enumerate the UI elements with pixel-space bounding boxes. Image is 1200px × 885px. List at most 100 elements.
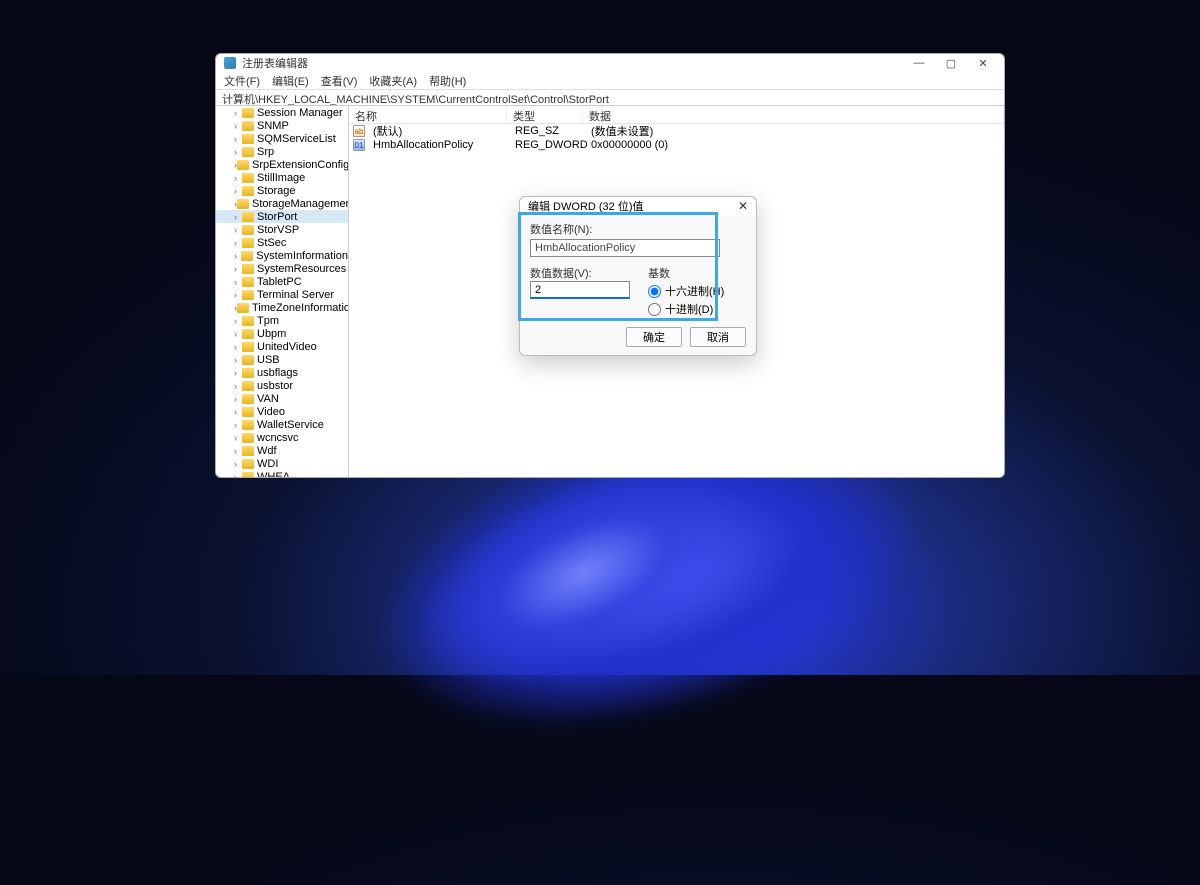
expand-icon[interactable]: › bbox=[234, 134, 242, 144]
menu-edit[interactable]: 编辑(E) bbox=[272, 73, 309, 89]
maximize-button[interactable]: ▢ bbox=[944, 57, 958, 70]
col-name[interactable]: 名称 bbox=[349, 106, 507, 123]
regedit-icon bbox=[224, 57, 236, 69]
tree-item[interactable]: ›USB bbox=[216, 353, 348, 366]
tree-item-label: WHEA bbox=[257, 471, 290, 478]
tree-item[interactable]: ›usbflags bbox=[216, 366, 348, 379]
tree-item-label: WalletService bbox=[257, 419, 324, 431]
tree-item[interactable]: ›Video bbox=[216, 405, 348, 418]
registry-editor-window: 注册表编辑器 — ▢ ✕ 文件(F) 编辑(E) 查看(V) 收藏夹(A) 帮助… bbox=[215, 53, 1005, 478]
expand-icon[interactable]: › bbox=[234, 147, 242, 157]
expand-icon[interactable]: › bbox=[234, 290, 242, 300]
expand-icon[interactable]: › bbox=[234, 251, 241, 261]
expand-icon[interactable]: › bbox=[234, 355, 242, 365]
radio-hex[interactable] bbox=[648, 285, 661, 298]
menu-file[interactable]: 文件(F) bbox=[224, 73, 260, 89]
menu-view[interactable]: 查看(V) bbox=[321, 73, 358, 89]
tree-item[interactable]: ›StorVSP bbox=[216, 223, 348, 236]
list-item[interactable]: ab(默认)REG_SZ(数值未设置) bbox=[349, 124, 1004, 138]
menu-help[interactable]: 帮助(H) bbox=[429, 73, 466, 89]
string-value-icon: ab bbox=[353, 125, 365, 137]
tree-item[interactable]: ›SQMServiceList bbox=[216, 132, 348, 145]
key-tree[interactable]: ›Session Manager›SNMP›SQMServiceList›Srp… bbox=[216, 106, 349, 477]
expand-icon[interactable]: › bbox=[234, 108, 242, 118]
expand-icon[interactable]: › bbox=[234, 407, 242, 417]
expand-icon[interactable]: › bbox=[234, 121, 242, 131]
col-data[interactable]: 数据 bbox=[583, 106, 1004, 123]
expand-icon[interactable]: › bbox=[234, 446, 242, 456]
tree-item[interactable]: › SystemInformation bbox=[216, 249, 348, 262]
tree-item[interactable]: ›StorPort bbox=[216, 210, 348, 223]
folder-icon bbox=[242, 446, 254, 456]
expand-icon[interactable]: › bbox=[234, 394, 242, 404]
tree-item[interactable]: ›usbstor bbox=[216, 379, 348, 392]
tree-item[interactable]: ›Storage bbox=[216, 184, 348, 197]
menu-favorites[interactable]: 收藏夹(A) bbox=[369, 73, 417, 89]
folder-icon bbox=[242, 212, 254, 222]
expand-icon[interactable]: › bbox=[234, 173, 242, 183]
expand-icon[interactable]: › bbox=[234, 342, 242, 352]
radio-dec[interactable] bbox=[648, 303, 661, 316]
tree-item-label: SystemInformation bbox=[256, 250, 348, 262]
tree-item[interactable]: ›StSec bbox=[216, 236, 348, 249]
expand-icon[interactable]: › bbox=[234, 368, 242, 378]
expand-icon[interactable]: › bbox=[234, 459, 242, 469]
value-name-field[interactable] bbox=[530, 239, 720, 257]
expand-icon[interactable]: › bbox=[234, 472, 242, 478]
expand-icon[interactable]: › bbox=[234, 238, 242, 248]
close-button[interactable]: ✕ bbox=[976, 57, 990, 70]
tree-item-label: wcncsvc bbox=[257, 432, 299, 444]
tree-item[interactable]: ›TimeZoneInformation bbox=[216, 301, 348, 314]
minimize-button[interactable]: — bbox=[912, 57, 926, 70]
tree-item[interactable]: ›Wdf bbox=[216, 444, 348, 457]
tree-item-label: SNMP bbox=[257, 120, 289, 132]
folder-icon bbox=[241, 251, 253, 261]
value-data-field[interactable] bbox=[530, 281, 630, 299]
expand-icon[interactable]: › bbox=[234, 186, 242, 196]
tree-item[interactable]: › WalletService bbox=[216, 418, 348, 431]
folder-icon bbox=[242, 147, 254, 157]
tree-item[interactable]: ›TabletPC bbox=[216, 275, 348, 288]
folder-icon bbox=[237, 199, 249, 209]
expand-icon[interactable]: › bbox=[234, 329, 242, 339]
tree-item-label: TimeZoneInformation bbox=[252, 302, 349, 314]
expand-icon[interactable]: › bbox=[234, 381, 242, 391]
expand-icon[interactable]: › bbox=[234, 316, 242, 326]
ok-button[interactable]: 确定 bbox=[626, 327, 682, 347]
expand-icon[interactable]: › bbox=[234, 420, 242, 430]
folder-icon bbox=[242, 108, 254, 118]
value-type: REG_SZ bbox=[509, 125, 585, 137]
tree-item[interactable]: ›SystemResources bbox=[216, 262, 348, 275]
tree-item[interactable]: ›Ubpm bbox=[216, 327, 348, 340]
dialog-titlebar[interactable]: 编辑 DWORD (32 位)值 ✕ bbox=[520, 197, 756, 215]
expand-icon[interactable]: › bbox=[234, 212, 242, 222]
tree-item[interactable]: › wcncsvc bbox=[216, 431, 348, 444]
tree-item[interactable]: ›Terminal Server bbox=[216, 288, 348, 301]
tree-item[interactable]: ›SrpExtensionConfig bbox=[216, 158, 348, 171]
cancel-button[interactable]: 取消 bbox=[690, 327, 746, 347]
tree-item[interactable]: ›Tpm bbox=[216, 314, 348, 327]
col-type[interactable]: 类型 bbox=[507, 106, 583, 123]
expand-icon[interactable]: › bbox=[234, 225, 242, 235]
list-item[interactable]: 01HmbAllocationPolicyREG_DWORD0x00000000… bbox=[349, 138, 1004, 152]
value-data: 0x00000000 (0) bbox=[585, 139, 1004, 151]
tree-item[interactable]: ›UnitedVideo bbox=[216, 340, 348, 353]
folder-icon bbox=[242, 394, 254, 404]
tree-item[interactable]: ›Session Manager bbox=[216, 106, 348, 119]
folder-icon bbox=[242, 134, 254, 144]
tree-item[interactable]: ›Srp bbox=[216, 145, 348, 158]
tree-item[interactable]: › VAN bbox=[216, 392, 348, 405]
titlebar[interactable]: 注册表编辑器 — ▢ ✕ bbox=[216, 54, 1004, 72]
dialog-close-icon[interactable]: ✕ bbox=[738, 199, 748, 213]
tree-item[interactable]: › SNMP bbox=[216, 119, 348, 132]
tree-item-label: VAN bbox=[257, 393, 279, 405]
expand-icon[interactable]: › bbox=[234, 277, 242, 287]
value-type: REG_DWORD bbox=[509, 139, 585, 151]
expand-icon[interactable]: › bbox=[234, 264, 242, 274]
tree-item[interactable]: › WHEA bbox=[216, 470, 348, 477]
address-bar[interactable]: 计算机\HKEY_LOCAL_MACHINE\SYSTEM\CurrentCon… bbox=[216, 90, 1004, 106]
tree-item[interactable]: ›WDI bbox=[216, 457, 348, 470]
expand-icon[interactable]: › bbox=[234, 433, 242, 443]
tree-item[interactable]: ›StorageManagement bbox=[216, 197, 348, 210]
tree-item[interactable]: ›StillImage bbox=[216, 171, 348, 184]
